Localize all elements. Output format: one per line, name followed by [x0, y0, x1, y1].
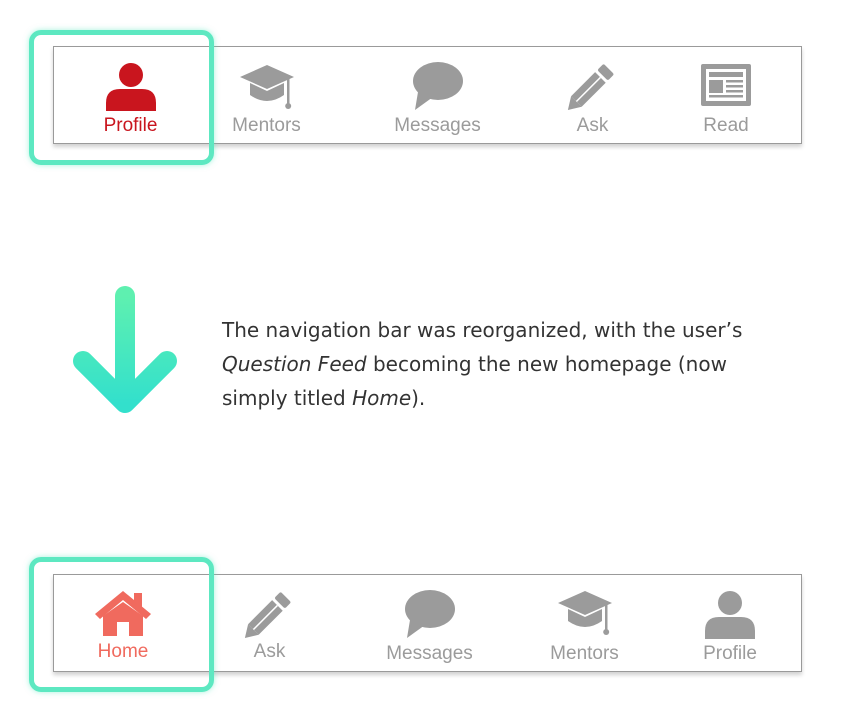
nav-label-profile: Profile: [703, 643, 757, 664]
home-emphasis: Home: [352, 386, 412, 410]
nav-item-messages[interactable]: Messages: [386, 47, 489, 143]
user-icon: [703, 589, 757, 641]
pencil-icon: [565, 60, 621, 114]
nav-label-ask: Ask: [576, 115, 609, 136]
pencil-icon: [242, 588, 298, 642]
nav-label-mentors: Mentors: [232, 115, 301, 136]
note-text-3: ).: [411, 386, 426, 410]
newspaper-icon: [700, 63, 752, 107]
nav-label-ask: Ask: [253, 641, 286, 662]
speech-bubble-icon: [411, 60, 465, 112]
nav-item-read[interactable]: Read: [694, 47, 758, 143]
nav-label-mentors: Mentors: [550, 643, 619, 664]
nav-label-messages: Messages: [386, 643, 473, 664]
nav-item-ask[interactable]: Ask: [242, 575, 297, 671]
speech-bubble-icon: [403, 588, 457, 640]
nav-item-mentors[interactable]: Mentors: [542, 575, 627, 671]
nav-item-mentors[interactable]: Mentors: [224, 47, 309, 143]
explanation-text: The navigation bar was reorganized, with…: [222, 313, 782, 415]
profile-highlight-box: [29, 30, 214, 165]
nav-label-read: Read: [703, 115, 749, 136]
home-highlight-box: [29, 557, 214, 692]
question-feed-emphasis: Question Feed: [222, 352, 367, 376]
nav-label-messages: Messages: [394, 115, 481, 136]
arrow-down-icon: [73, 286, 177, 413]
nav-item-ask[interactable]: Ask: [564, 47, 621, 143]
graduation-cap-icon: [556, 589, 614, 637]
nav-item-messages[interactable]: Messages: [378, 575, 481, 671]
note-text-1: The navigation bar was reorganized, with…: [222, 318, 743, 342]
nav-item-profile[interactable]: Profile: [695, 575, 765, 671]
graduation-cap-icon: [238, 63, 296, 111]
